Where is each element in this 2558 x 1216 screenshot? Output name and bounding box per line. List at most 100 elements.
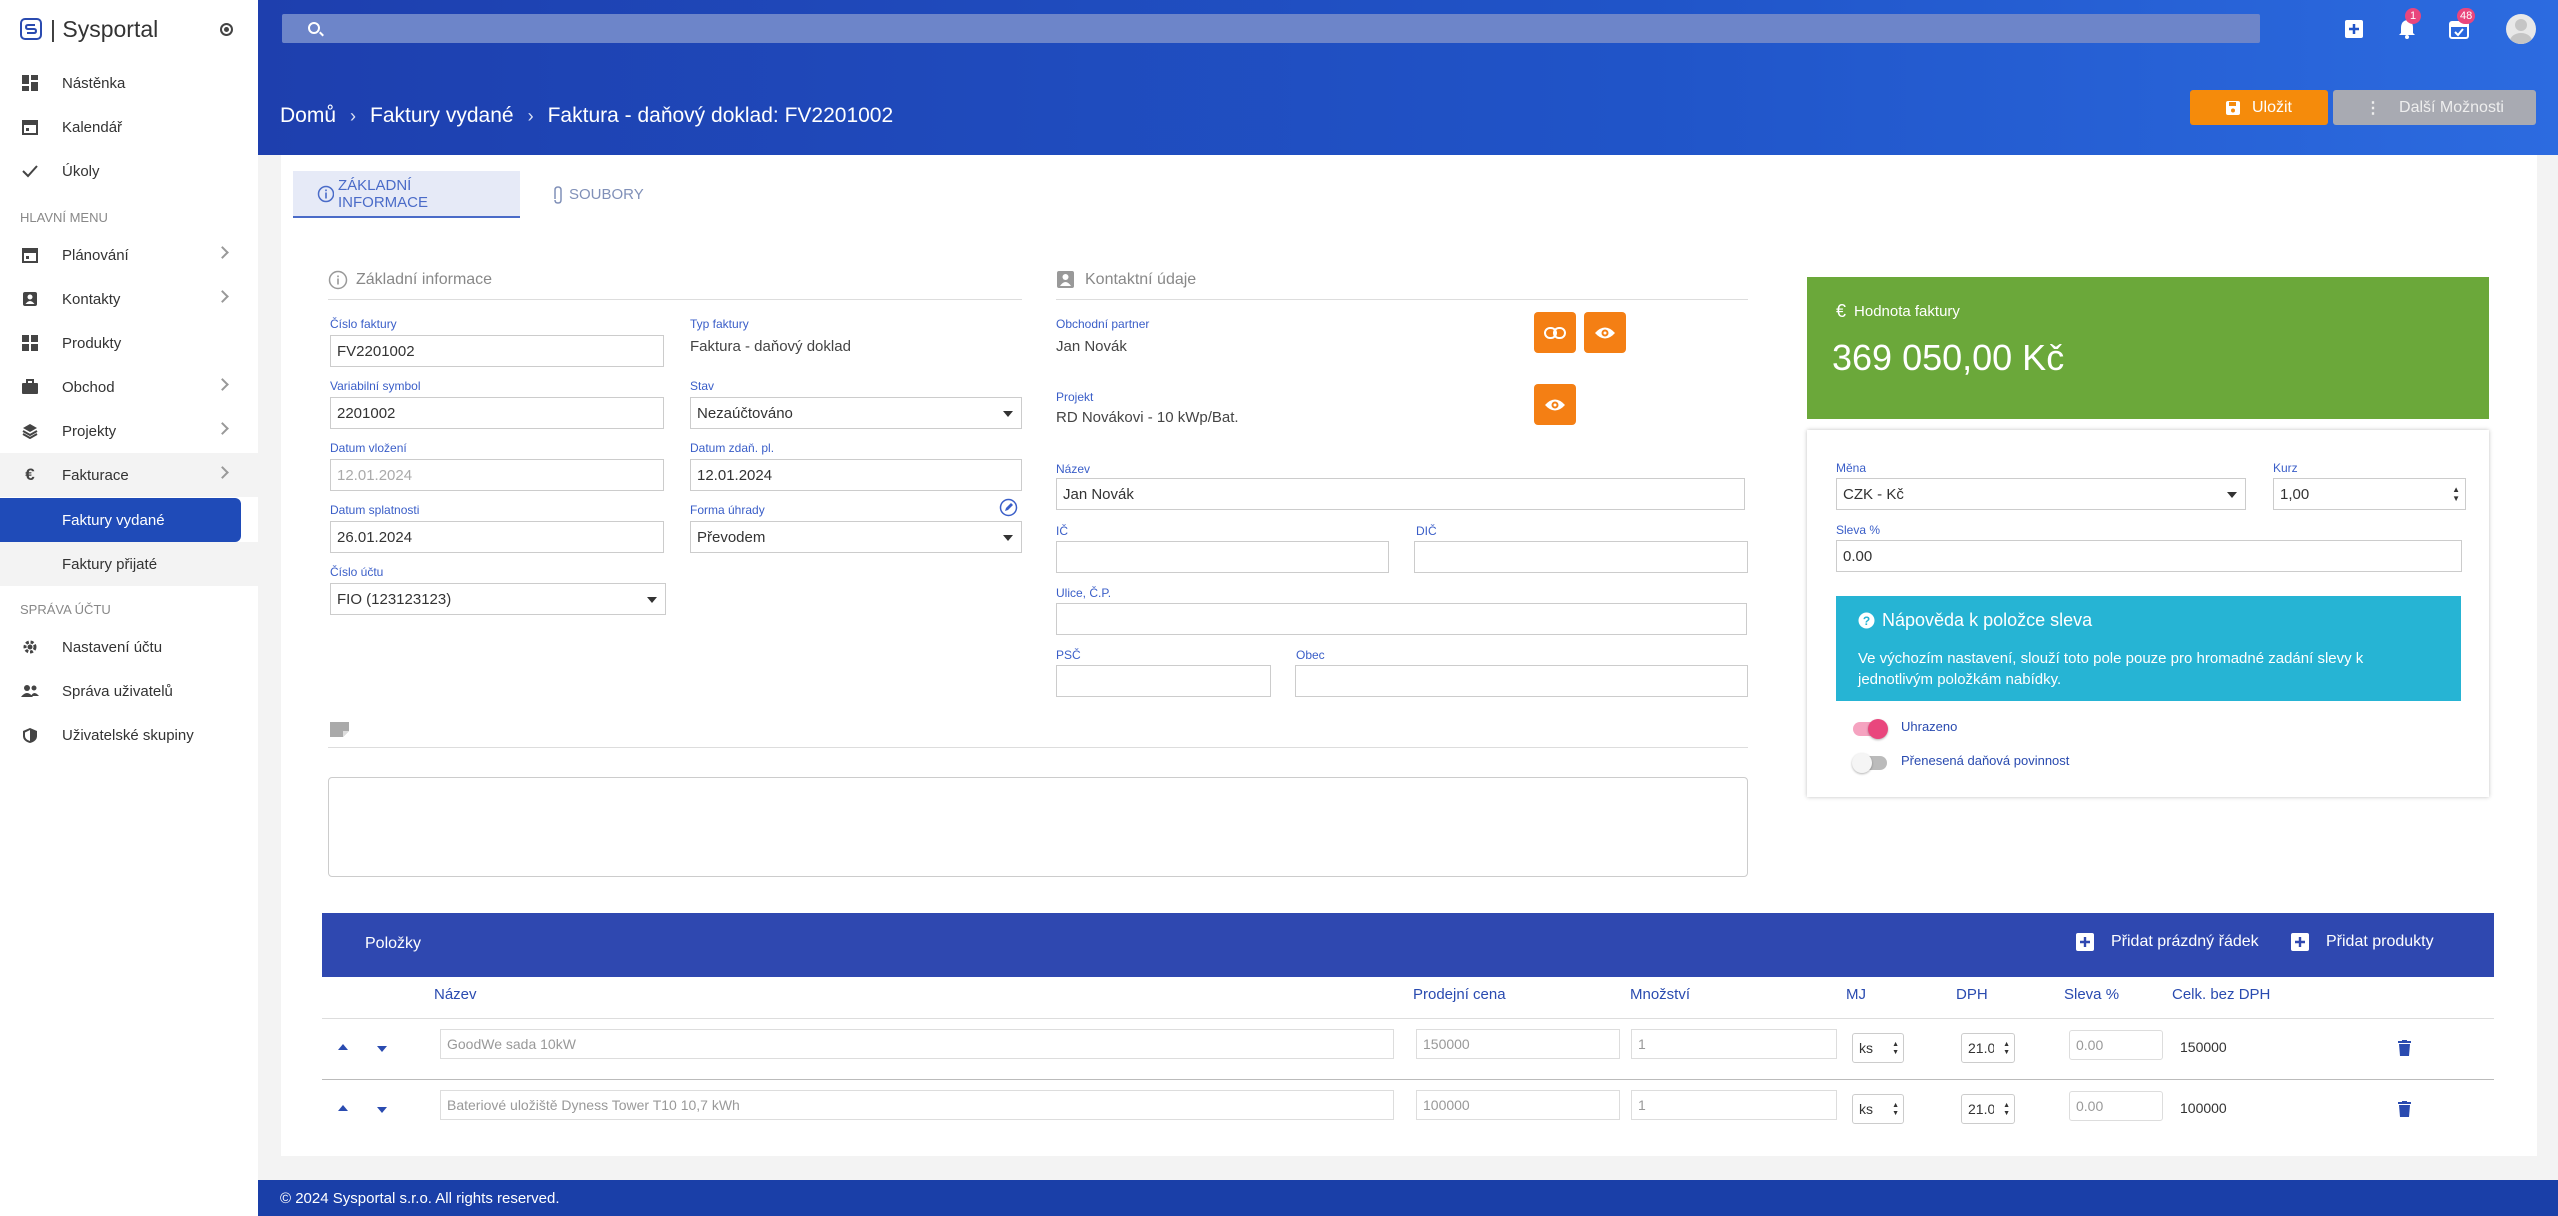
- item-vat-value: 21.0: [1968, 1101, 1994, 1117]
- created-date-field: 12.01.2024: [330, 459, 664, 491]
- move-down-icon[interactable]: [377, 1046, 387, 1052]
- due-date-field[interactable]: 26.01.2024: [330, 521, 664, 553]
- sidebar-item-contacts[interactable]: Kontakty: [0, 277, 258, 321]
- tax-date-field[interactable]: 12.01.2024: [690, 459, 1022, 491]
- sidebar-item-sales[interactable]: Obchod: [0, 365, 258, 409]
- trash-icon[interactable]: [2398, 1101, 2411, 1117]
- payment-method-label: Forma úhrady: [690, 503, 765, 517]
- column-header-unit[interactable]: MJ: [1846, 986, 1866, 1003]
- link-partner-button[interactable]: [1534, 312, 1576, 353]
- column-header-name[interactable]: Název: [434, 986, 477, 1003]
- avatar[interactable]: [2506, 14, 2536, 44]
- sidebar-item-label: Nastavení účtu: [62, 638, 163, 656]
- item-name-field[interactable]: GoodWe sada 10kW: [440, 1029, 1394, 1059]
- item-price-value: 100000: [1423, 1097, 1470, 1113]
- item-name-field[interactable]: Bateriové uložiště Dyness Tower T10 10,7…: [440, 1090, 1394, 1120]
- discount-field[interactable]: 0.00: [1836, 540, 2462, 572]
- dic-field[interactable]: [1414, 541, 1748, 573]
- bank-account-select[interactable]: FIO (123123123): [330, 583, 666, 615]
- item-discount-field[interactable]: 0.00: [2069, 1030, 2163, 1060]
- view-partner-button[interactable]: [1584, 312, 1626, 353]
- sidebar-item-invoicing[interactable]: € Fakturace: [0, 453, 258, 497]
- view-project-button[interactable]: [1534, 384, 1576, 425]
- rate-label: Kurz: [2273, 461, 2298, 475]
- move-up-icon[interactable]: [338, 1105, 348, 1111]
- item-price-field[interactable]: 100000: [1416, 1090, 1620, 1120]
- currency-select[interactable]: CZK - Kč: [1836, 478, 2246, 510]
- ic-field[interactable]: [1056, 541, 1389, 573]
- notifications-badge: 1: [2405, 8, 2421, 24]
- sidebar-item-tasks[interactable]: Úkoly: [0, 149, 258, 193]
- sidebar-item-planning[interactable]: Plánování: [0, 233, 258, 277]
- column-header-price[interactable]: Prodejní cena: [1413, 986, 1506, 1003]
- euro-icon: €: [25, 465, 35, 484]
- column-header-quantity[interactable]: Množství: [1630, 986, 1690, 1003]
- city-field[interactable]: [1295, 665, 1748, 697]
- street-field[interactable]: [1056, 603, 1747, 635]
- sidebar-item-account-settings[interactable]: Nastavení účtu: [0, 625, 258, 669]
- zip-field[interactable]: [1056, 665, 1271, 697]
- add-products-button[interactable]: Přidat produkty: [2291, 933, 2434, 951]
- invoice-number-field[interactable]: FV2201002: [330, 335, 664, 367]
- sidebar-subitem-issued-invoices[interactable]: Faktury vydané: [0, 498, 241, 542]
- variable-symbol-field[interactable]: 2201002: [330, 397, 664, 429]
- breadcrumb-issued-invoices[interactable]: Faktury vydané: [370, 104, 514, 128]
- currency-value: CZK - Kč: [1843, 485, 1904, 503]
- tab-basic-info[interactable]: ZÁKLADNÍ INFORMACE: [293, 171, 520, 218]
- item-vat-select[interactable]: 21.0 ▲ ▼: [1961, 1033, 2015, 1063]
- project-value: RD Novákovi - 10 kWp/Bat.: [1056, 409, 1239, 426]
- sidebar-subitem-received-invoices[interactable]: Faktury přijaté: [0, 542, 258, 586]
- sidebar-item-calendar[interactable]: Kalendář: [0, 105, 258, 149]
- item-vat-select[interactable]: 21.0 ▲ ▼: [1961, 1094, 2015, 1124]
- item-quantity-field[interactable]: 1: [1631, 1029, 1837, 1059]
- sidebar-item-user-groups[interactable]: Uživatelské skupiny: [0, 713, 258, 757]
- breadcrumb-home[interactable]: Domů: [280, 104, 336, 128]
- toggle-knob: [1852, 753, 1872, 773]
- sidebar-item-label: Kontakty: [62, 290, 121, 308]
- paid-toggle[interactable]: [1853, 719, 1888, 739]
- trash-icon[interactable]: [2398, 1040, 2411, 1056]
- rate-field[interactable]: 1,00 ▲ ▼: [2273, 478, 2466, 510]
- note-textarea[interactable]: [328, 777, 1748, 877]
- item-discount-field[interactable]: 0.00: [2069, 1091, 2163, 1121]
- move-up-icon[interactable]: [338, 1044, 348, 1050]
- item-unit-select[interactable]: ks ▲ ▼: [1852, 1033, 1904, 1063]
- item-unit-select[interactable]: ks ▲ ▼: [1852, 1094, 1904, 1124]
- item-quantity-field[interactable]: 1: [1631, 1090, 1837, 1120]
- sidebar-item-label: Uživatelské skupiny: [62, 726, 194, 744]
- sidebar-item-dashboard[interactable]: Nástěnka: [0, 61, 258, 105]
- items-header: Položky Přidat prázdný řádek Přidat prod…: [322, 913, 2494, 977]
- tab-files[interactable]: SOUBORY: [528, 171, 668, 218]
- move-down-icon[interactable]: [377, 1107, 387, 1113]
- payment-method-select[interactable]: Převodem: [690, 521, 1022, 553]
- chevron-right-icon: [216, 378, 229, 391]
- spinner-icon[interactable]: ▲ ▼: [2452, 485, 2460, 503]
- column-header-total[interactable]: Celk. bez DPH: [2172, 986, 2270, 1003]
- search-input[interactable]: [282, 14, 2260, 43]
- add-icon[interactable]: [2343, 18, 2365, 40]
- add-empty-row-button[interactable]: Přidat prázdný řádek: [2076, 933, 2259, 951]
- item-name-value: Bateriové uložiště Dyness Tower T10 10,7…: [447, 1097, 740, 1113]
- caret-down-icon: [647, 597, 657, 603]
- divider: [322, 1018, 2494, 1019]
- sidebar-item-projects[interactable]: Projekty: [0, 409, 258, 453]
- theme-toggle-icon[interactable]: [220, 23, 233, 36]
- invoice-value-header: € Hodnota faktury: [1836, 301, 1960, 322]
- variable-symbol-value: 2201002: [337, 404, 396, 422]
- sidebar-item-users[interactable]: Správa uživatelů: [0, 669, 258, 713]
- save-button[interactable]: Uložit: [2190, 90, 2328, 125]
- note-icon: [330, 722, 349, 737]
- column-header-vat[interactable]: DPH: [1956, 986, 1988, 1003]
- contacts-icon: [20, 289, 40, 309]
- divider: [328, 299, 1022, 300]
- more-options-button[interactable]: ⋮ Další Možnosti: [2333, 90, 2536, 125]
- item-price-field[interactable]: 150000: [1416, 1029, 1620, 1059]
- sidebar-item-label: Fakturace: [62, 466, 129, 484]
- sidebar-item-products[interactable]: Produkty: [0, 321, 258, 365]
- column-header-discount[interactable]: Sleva %: [2064, 986, 2119, 1003]
- sidebar-item-label: Úkoly: [62, 162, 100, 180]
- edit-icon[interactable]: [999, 498, 1018, 517]
- status-select[interactable]: Nezaúčtováno: [690, 397, 1022, 429]
- name-field[interactable]: Jan Novák: [1056, 478, 1745, 510]
- reverse-charge-toggle[interactable]: [1852, 753, 1887, 773]
